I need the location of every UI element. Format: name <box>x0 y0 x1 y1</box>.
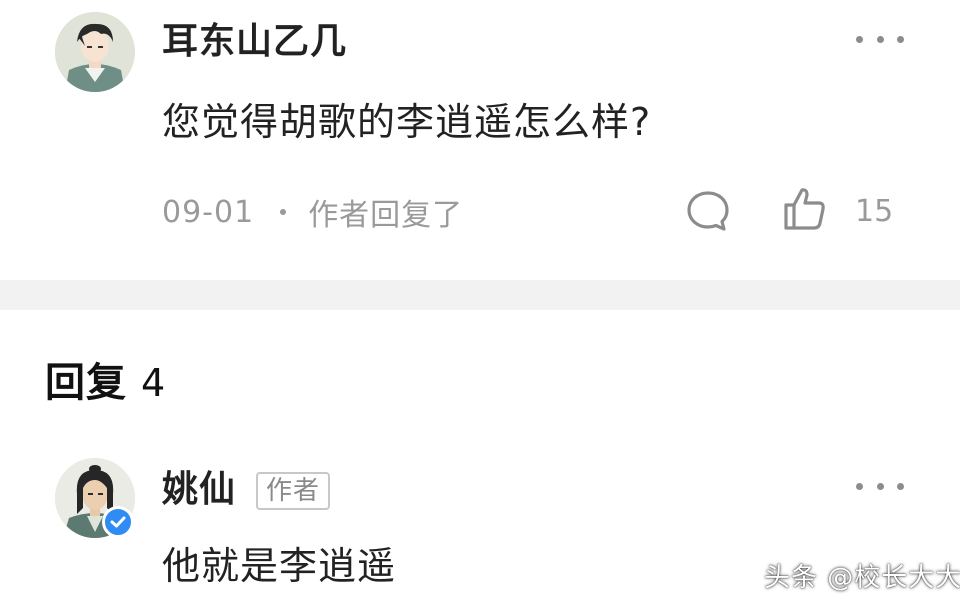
comment-text: 您觉得胡歌的李逍遥怎么样? <box>162 100 652 144</box>
dot <box>856 482 863 490</box>
username[interactable]: 姚仙 <box>162 468 236 512</box>
thumbs-up-icon[interactable] <box>780 184 828 232</box>
more-dots-icon[interactable] <box>856 29 904 49</box>
avatar-cartoon-boy-icon <box>55 12 135 92</box>
separator-dot <box>280 209 287 215</box>
top-comment: 耳东山乙几 您觉得胡歌的李逍遥怎么样? 09-01 作者回复了 15 <box>0 0 960 280</box>
author-replied-label[interactable]: 作者回复了 <box>308 190 463 234</box>
comment-meta: 09-01 作者回复了 <box>162 190 463 234</box>
dot <box>876 482 884 490</box>
like-count: 15 <box>855 194 894 229</box>
comment-date: 09-01 <box>162 194 255 230</box>
dot <box>897 35 904 43</box>
check-icon <box>110 516 126 528</box>
replies-header: 回复 4 <box>45 350 166 406</box>
dot <box>897 482 904 490</box>
reply-text: 他就是李逍遥 <box>162 544 397 588</box>
avatar[interactable] <box>55 12 135 92</box>
username[interactable]: 耳东山乙几 <box>162 20 347 64</box>
author-badge: 作者 <box>256 472 331 510</box>
more-dots-icon[interactable] <box>856 476 904 496</box>
verified-check-icon <box>102 506 134 538</box>
section-divider <box>0 280 960 310</box>
replies-title: 回复 <box>45 360 127 406</box>
dot <box>876 35 884 43</box>
dot <box>856 35 863 43</box>
comment-bubble-icon[interactable] <box>684 187 732 235</box>
replies-count: 4 <box>141 361 166 405</box>
watermark: 头条 @校长大大 <box>764 563 960 593</box>
